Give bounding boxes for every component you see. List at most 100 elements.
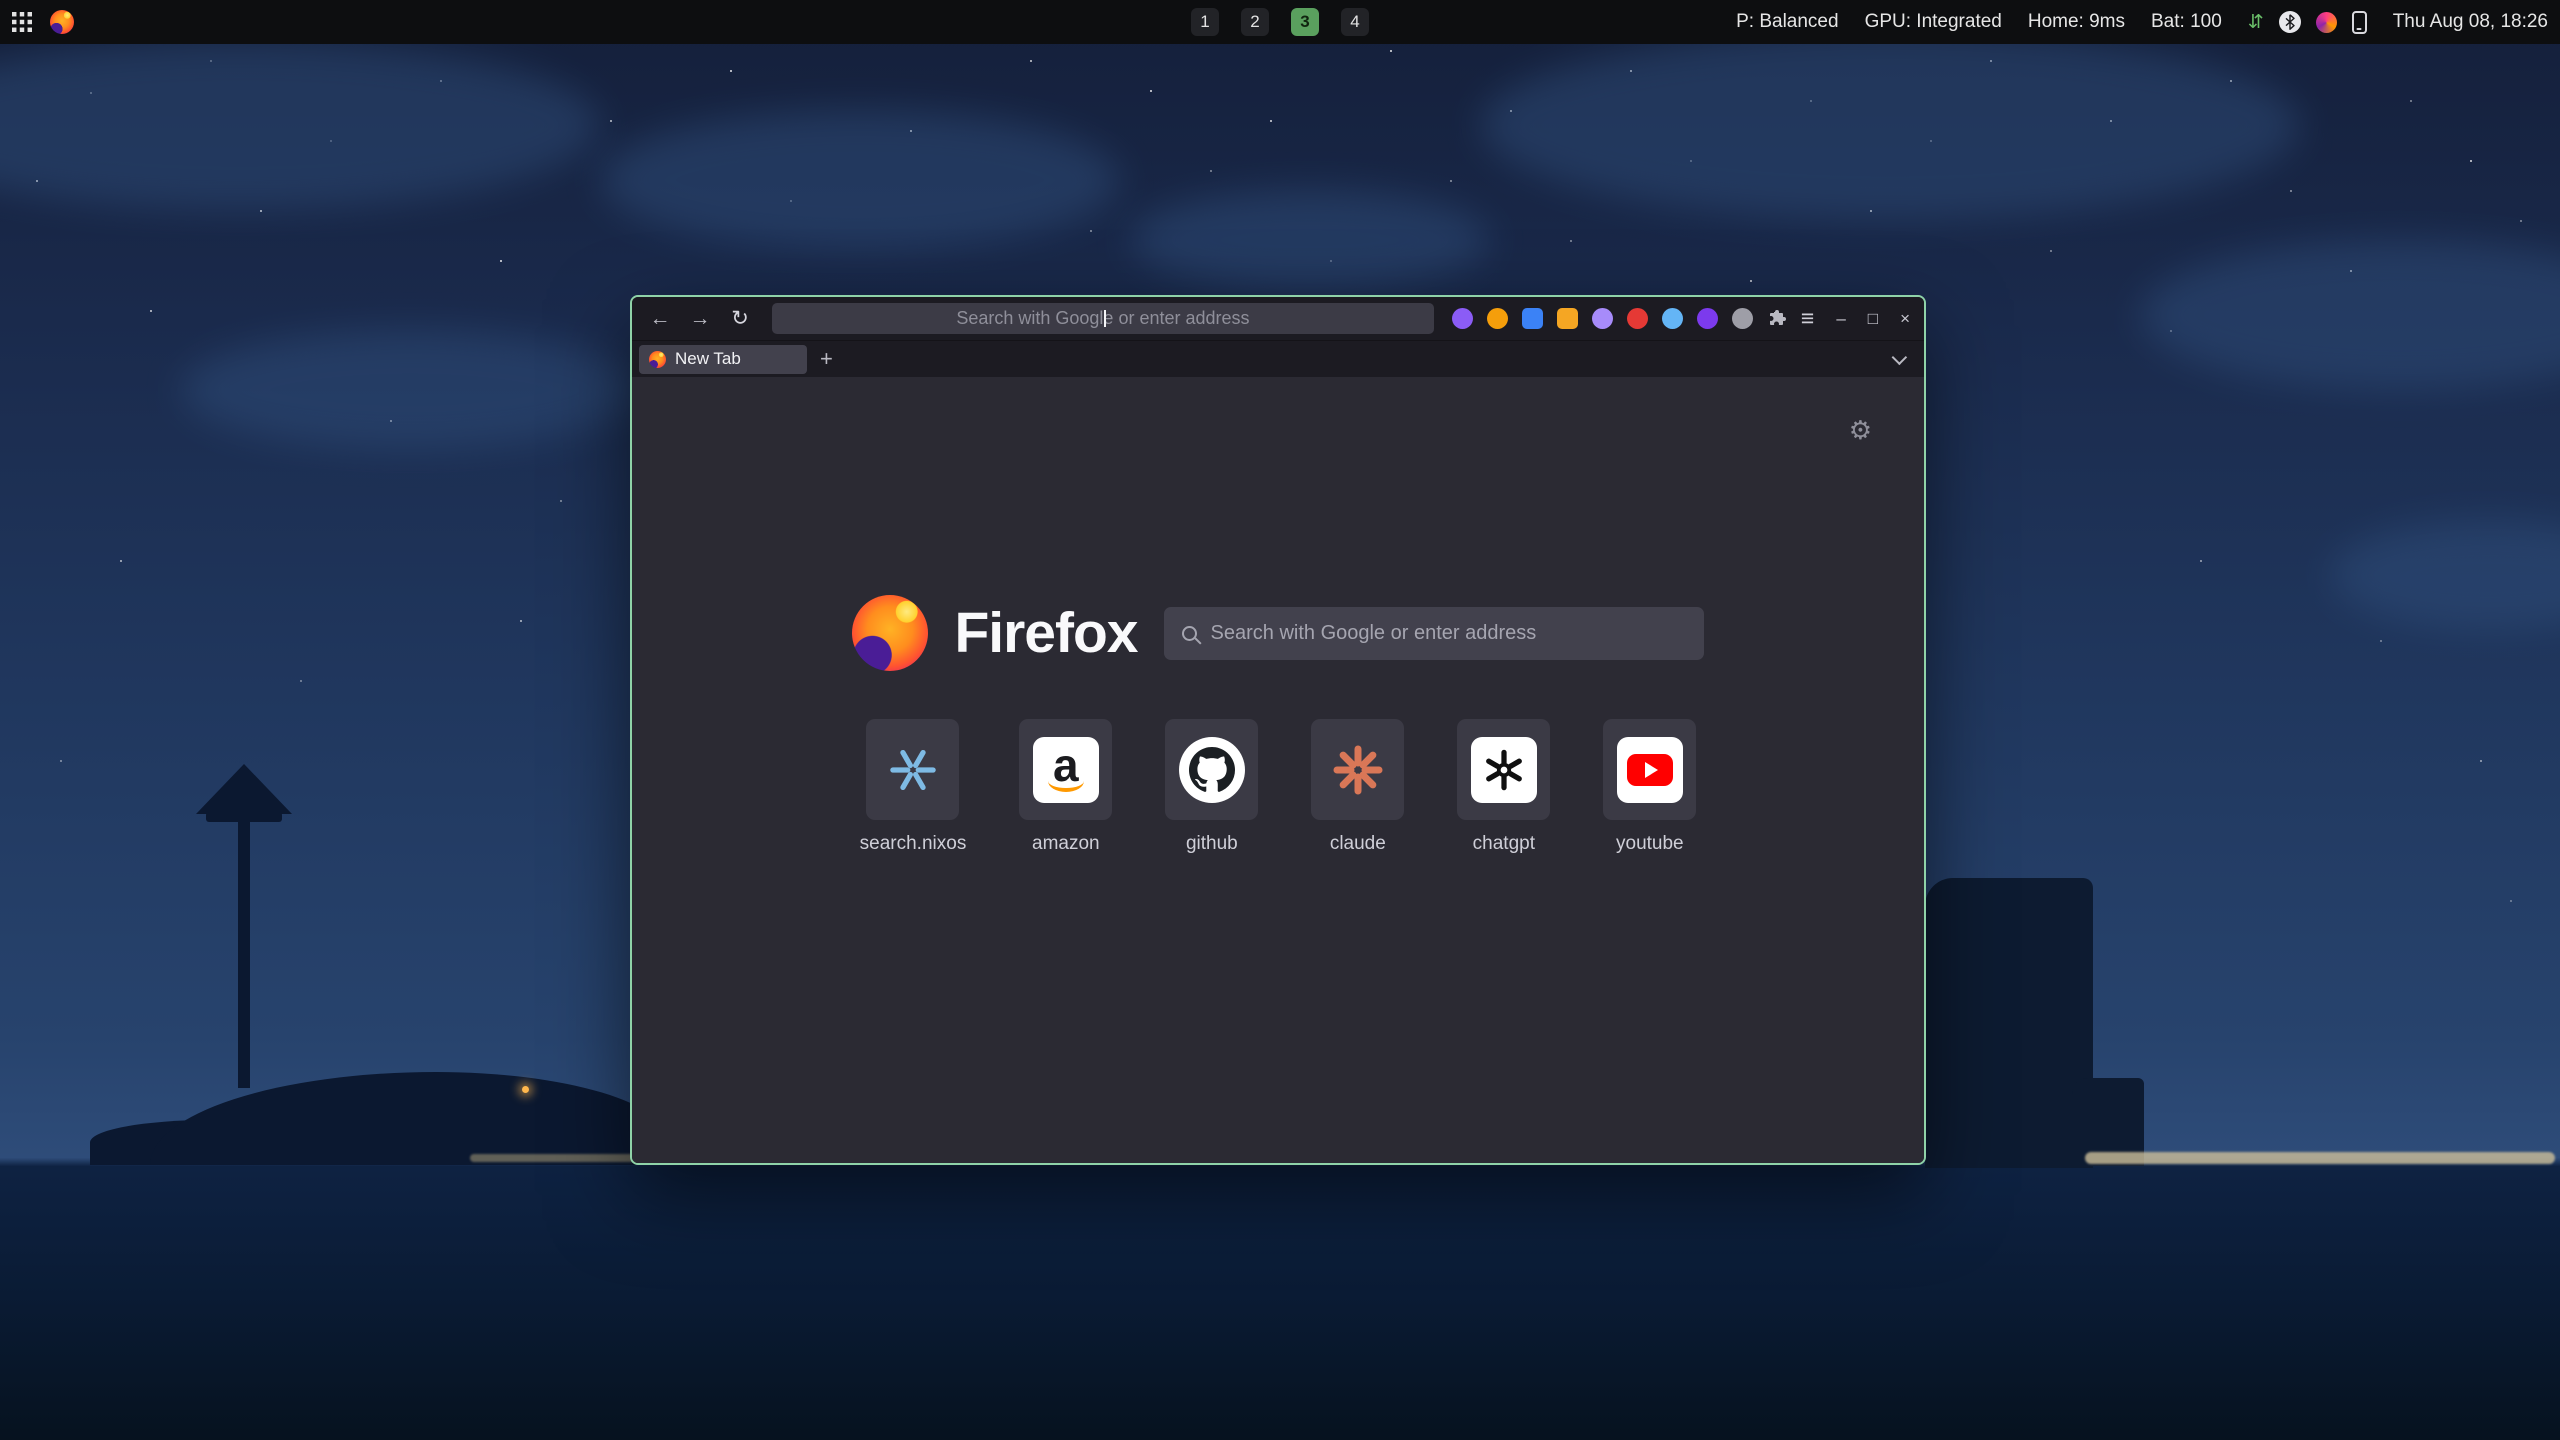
- new-tab-page: ⚙ Firefox Search with Google or enter ad…: [632, 377, 1924, 1163]
- youtube-play-button: [1627, 754, 1673, 786]
- extension-icon[interactable]: [1627, 308, 1648, 329]
- island-silhouette: [150, 1072, 670, 1165]
- window-controls: – □ ×: [1836, 309, 1910, 329]
- youtube-icon: [1617, 737, 1683, 803]
- list-all-tabs-chevron-down-icon[interactable]: [1892, 349, 1908, 365]
- cliff-silhouette: [1925, 878, 2093, 1168]
- url-bar-placeholder: Search with Google or enter address: [956, 308, 1249, 329]
- shortcut-card: [1165, 719, 1258, 820]
- network-icon[interactable]: ⇵: [2248, 13, 2264, 32]
- shortcut-label: claude: [1330, 833, 1386, 855]
- extension-icon[interactable]: [1487, 308, 1508, 329]
- shortcut-tile-github[interactable]: github: [1165, 719, 1258, 855]
- shortcut-label: chatgpt: [1473, 833, 1535, 855]
- extension-icon[interactable]: [1662, 308, 1683, 329]
- browser-toolbar: ← → ↻ Search with Google or enter addres…: [632, 297, 1924, 341]
- shortcut-tiles: search.nixos a amazon: [632, 719, 1924, 855]
- top-status-bar: 1 2 3 4 P: Balanced GPU: Integrated Home…: [0, 0, 2560, 44]
- workspace-button-1[interactable]: 1: [1191, 8, 1219, 36]
- forward-button[interactable]: →: [686, 307, 714, 331]
- shortcut-tile-chatgpt[interactable]: chatgpt: [1457, 719, 1550, 855]
- system-tray: ⇵: [2248, 11, 2367, 34]
- url-bar[interactable]: Search with Google or enter address: [772, 303, 1434, 334]
- close-button[interactable]: ×: [1900, 309, 1910, 329]
- maximize-button[interactable]: □: [1868, 309, 1878, 329]
- firefox-window: ← → ↻ Search with Google or enter addres…: [630, 295, 1926, 1165]
- nixos-snowflake-icon: [885, 742, 941, 798]
- topbar-left: [12, 10, 74, 34]
- workspace-button-3-active[interactable]: 3: [1291, 8, 1319, 36]
- workspace-button-4[interactable]: 4: [1341, 8, 1369, 36]
- shortcut-card: [1457, 719, 1550, 820]
- watchtower-roof: [196, 764, 292, 814]
- back-button[interactable]: ←: [646, 307, 674, 331]
- status-readouts: P: Balanced GPU: Integrated Home: 9ms Ba…: [1736, 11, 2222, 33]
- minimize-button[interactable]: –: [1836, 309, 1845, 329]
- shortcut-card: [1311, 719, 1404, 820]
- tab-favicon-firefox-icon: [649, 351, 666, 368]
- extension-icons: [1452, 308, 1787, 329]
- chatgpt-openai-icon: [1471, 737, 1537, 803]
- cloud: [1130, 190, 1490, 290]
- shortcut-label: github: [1186, 833, 1238, 855]
- cloud: [0, 40, 600, 210]
- newtab-hero: Firefox Search with Google or enter addr…: [632, 377, 1924, 671]
- media-app-icon[interactable]: [2316, 12, 2337, 33]
- cloud: [600, 110, 1120, 250]
- search-icon: [1182, 626, 1197, 641]
- cloud: [1480, 30, 2300, 220]
- claude-starburst-icon: [1330, 742, 1386, 798]
- extension-icon[interactable]: [1732, 308, 1753, 329]
- battery-status: Bat: 100: [2151, 11, 2222, 33]
- beach: [2085, 1152, 2555, 1164]
- workspace-switcher: 1 2 3 4: [1191, 8, 1369, 36]
- extension-icon[interactable]: [1452, 308, 1473, 329]
- shortcut-tile-search-nixos[interactable]: search.nixos: [860, 719, 967, 855]
- extension-icon[interactable]: [1557, 308, 1578, 329]
- app-launcher-grid-icon[interactable]: [12, 12, 32, 32]
- tab-title: New Tab: [675, 349, 741, 369]
- home-latency-status: Home: 9ms: [2028, 11, 2125, 33]
- reload-button[interactable]: ↻: [726, 306, 754, 331]
- shortcut-tile-claude[interactable]: claude: [1311, 719, 1404, 855]
- shortcut-tile-amazon[interactable]: a amazon: [1019, 719, 1112, 855]
- cloud: [2330, 520, 2560, 630]
- topbar-right: P: Balanced GPU: Integrated Home: 9ms Ba…: [1736, 11, 2548, 34]
- bluetooth-icon[interactable]: [2279, 11, 2301, 33]
- firefox-logo: [852, 595, 928, 671]
- cloud: [2140, 240, 2560, 390]
- tab-strip: New Tab +: [632, 341, 1924, 377]
- clock: Thu Aug 08, 18:26: [2393, 11, 2548, 33]
- shortcut-tile-youtube[interactable]: youtube: [1603, 719, 1696, 855]
- extension-icon[interactable]: [1592, 308, 1613, 329]
- firefox-wordmark: Firefox: [954, 600, 1137, 666]
- newtab-search-input[interactable]: Search with Google or enter address: [1164, 607, 1704, 660]
- tab-new-tab[interactable]: New Tab: [639, 345, 807, 374]
- gpu-status: GPU: Integrated: [1865, 11, 2002, 33]
- firefox-launcher-icon[interactable]: [50, 10, 74, 34]
- amazon-icon: a: [1033, 737, 1099, 803]
- extension-icon[interactable]: [1697, 308, 1718, 329]
- power-profile-status: P: Balanced: [1736, 11, 1838, 33]
- extension-icon[interactable]: [1522, 308, 1543, 329]
- hamburger-menu-button[interactable]: ≡: [1799, 305, 1816, 332]
- new-tab-button[interactable]: +: [820, 346, 833, 372]
- shortcut-label: search.nixos: [860, 833, 967, 855]
- shortcut-label: amazon: [1032, 833, 1100, 855]
- watchtower-silhouette: [238, 808, 250, 1088]
- watchtower-deck: [206, 812, 282, 822]
- device-icon[interactable]: [2352, 11, 2367, 34]
- shortcut-card: a: [1019, 719, 1112, 820]
- personalize-gear-icon[interactable]: ⚙: [1849, 415, 1872, 446]
- shortcut-card: [1603, 719, 1696, 820]
- workspace-button-2[interactable]: 2: [1241, 8, 1269, 36]
- newtab-search-placeholder: Search with Google or enter address: [1211, 622, 1537, 645]
- shortcut-card: [866, 719, 959, 820]
- text-caret: [1104, 310, 1106, 327]
- youtube-play-triangle: [1645, 762, 1658, 778]
- github-octocat-icon: [1179, 737, 1245, 803]
- hut-light: [522, 1086, 529, 1093]
- extensions-puzzle-icon[interactable]: [1767, 309, 1787, 329]
- shortcut-label: youtube: [1616, 833, 1684, 855]
- cloud: [180, 330, 640, 450]
